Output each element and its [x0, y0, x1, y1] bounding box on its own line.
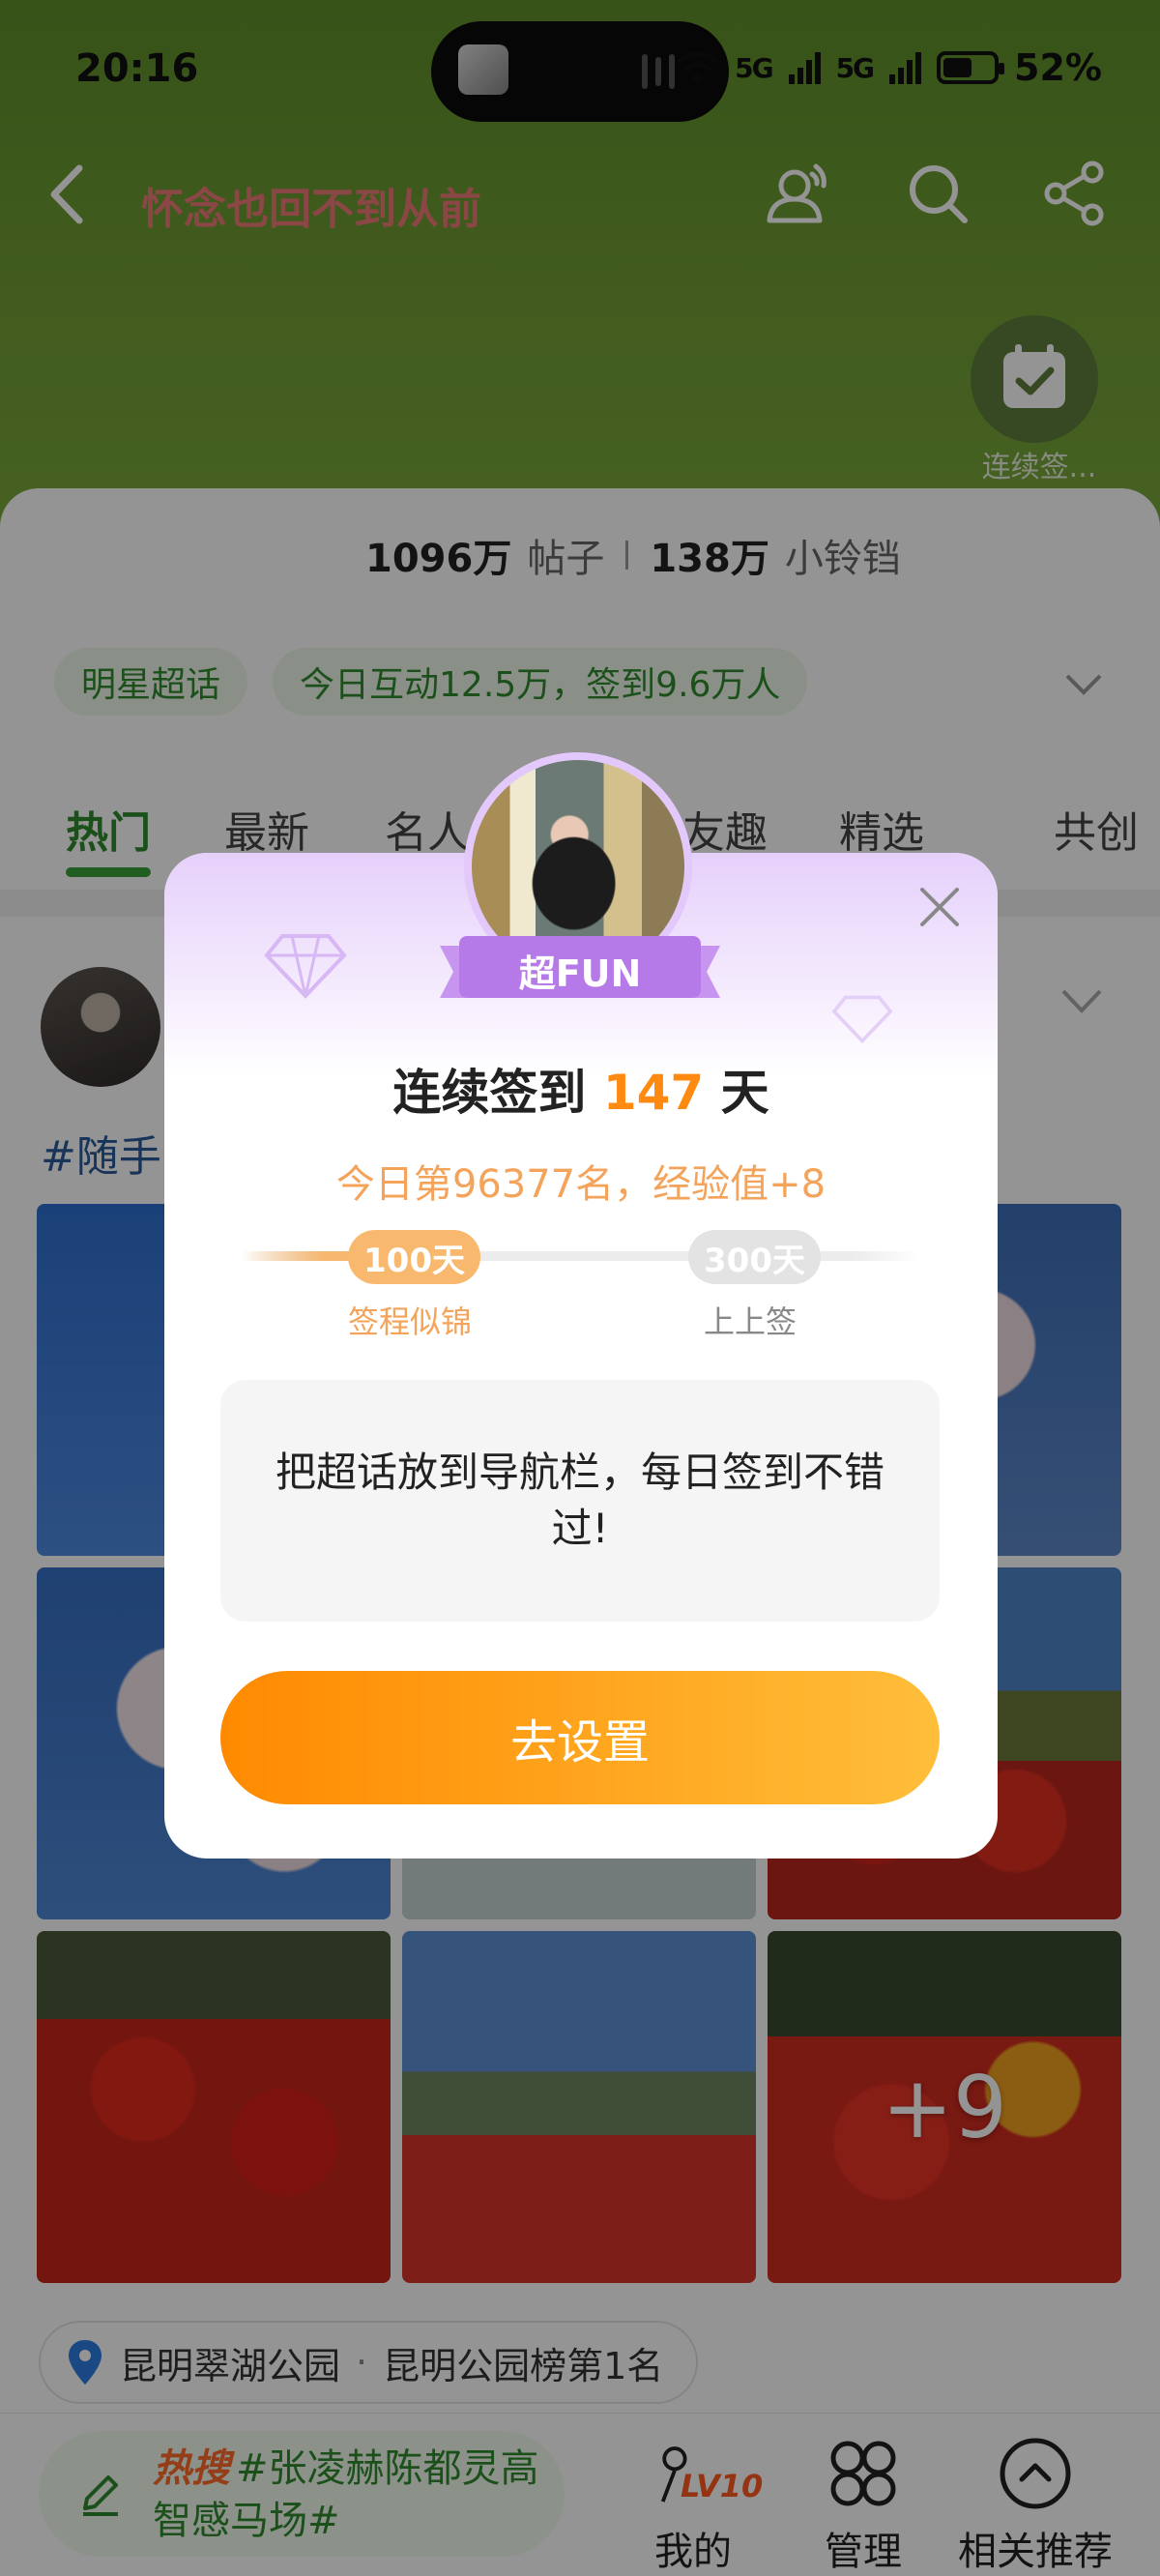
milestone-300-label: 上上签 — [704, 1303, 798, 1340]
streak-suffix: 天 — [704, 1065, 769, 1121]
checkin-rank-text: 今日第96377名，经验值+8 — [335, 1162, 826, 1207]
nav-pin-tip: 把超话放到导航栏，每日签到不错过! — [220, 1380, 940, 1622]
streak-prefix: 连续签到 — [392, 1065, 603, 1121]
milestone-300-badge: 300天 — [688, 1230, 821, 1284]
fun-badge-label: 超FUN — [518, 952, 642, 995]
go-settings-button[interactable]: 去设置 — [220, 1671, 940, 1804]
milestone-100-label: 签程似锦 — [348, 1303, 473, 1340]
close-icon[interactable] — [916, 884, 963, 930]
diamond-icon — [264, 934, 347, 999]
streak-days: 147 — [602, 1065, 705, 1121]
checkin-streak-title: 连续签到 147 天 — [164, 1054, 998, 1124]
milestone-100-badge: 100天 — [348, 1230, 480, 1284]
diamond-icon — [831, 995, 893, 1044]
